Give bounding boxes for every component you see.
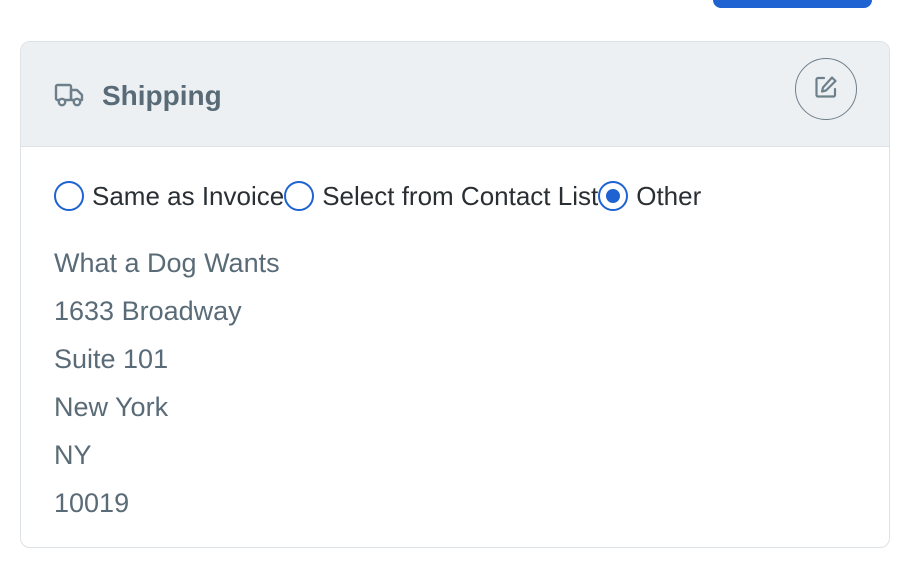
radio-button[interactable] <box>284 181 315 211</box>
address-name: What a Dog Wants <box>54 248 280 278</box>
card-title: Shipping <box>102 80 222 111</box>
radio-label: Same as Invoice <box>92 180 285 211</box>
radio-select-from-contact-list[interactable]: Select from Contact List <box>284 181 598 212</box>
card-header: Shipping <box>21 42 889 147</box>
address-suite: Suite 101 <box>54 344 169 374</box>
radio-label: Other <box>636 180 702 211</box>
address-city: New York <box>54 392 169 422</box>
edit-button[interactable] <box>795 58 857 120</box>
top-action-button[interactable] <box>713 0 872 8</box>
shipping-card: Shipping Same as Invoice Select from Con… <box>20 41 890 548</box>
shipping-address-options: Same as Invoice Select from Contact List… <box>54 179 701 213</box>
edit-icon <box>813 74 839 105</box>
radio-selected-dot <box>606 189 621 203</box>
address-street: 1633 Broadway <box>54 296 242 326</box>
radio-button[interactable] <box>54 181 84 211</box>
radio-same-as-invoice[interactable]: Same as Invoice <box>54 181 284 212</box>
address-state: NY <box>54 440 92 470</box>
shipping-address: What a Dog Wants 1633 Broadway Suite 101… <box>54 239 280 527</box>
radio-other[interactable]: Other <box>598 181 701 212</box>
radio-label: Select from Contact List <box>322 180 599 211</box>
radio-button-selected[interactable] <box>598 181 629 211</box>
truck-icon <box>54 82 84 108</box>
address-zip: 10019 <box>54 488 130 518</box>
